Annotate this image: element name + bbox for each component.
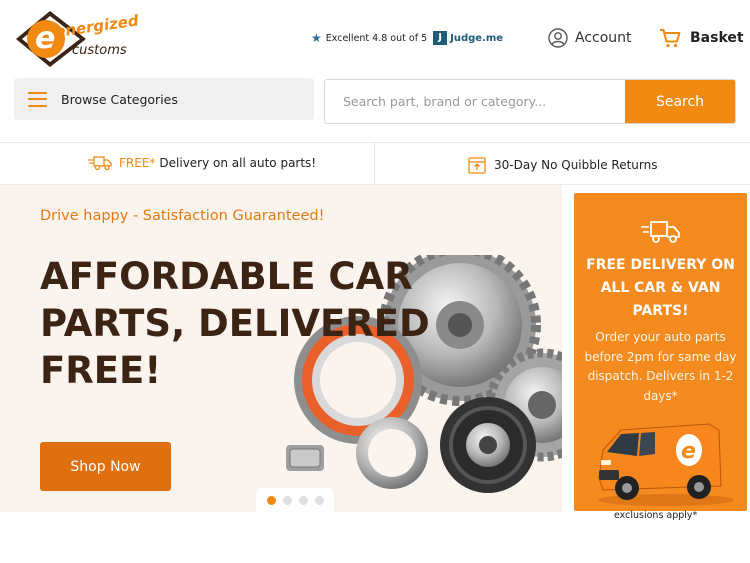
- cart-icon: [660, 29, 681, 48]
- usp-returns: 30-Day No Quibble Returns: [467, 155, 657, 175]
- search-button[interactable]: Search: [625, 80, 735, 123]
- menu-icon: [28, 91, 47, 107]
- svg-text:customs: customs: [72, 43, 127, 58]
- promo-title: FREE DELIVERY ON ALL CAR & VAN PARTS!: [586, 257, 735, 319]
- rating-provider: Judge.me: [450, 32, 504, 44]
- usp-free-label: FREE*: [119, 156, 156, 170]
- search-bar: Search: [324, 79, 736, 124]
- usp-delivery-text: Delivery on all auto parts!: [159, 156, 317, 170]
- basket-label: Basket: [690, 30, 744, 46]
- truck-icon: [640, 221, 680, 243]
- shop-now-button[interactable]: Shop Now: [40, 442, 171, 491]
- free-delivery-promo[interactable]: FREE DELIVERY ON ALL CAR & VAN PARTS! Or…: [574, 193, 747, 511]
- return-box-icon: [468, 157, 486, 174]
- hero-title: AFFORDABLE CAR PARTS, DELIVERED FREE!: [40, 253, 470, 394]
- usp-divider: [374, 143, 375, 186]
- hero-tagline: Drive happy - Satisfaction Guaranteed!: [40, 208, 325, 224]
- hero-title-line: PARTS, DELIVERED: [40, 302, 430, 345]
- carousel-dot[interactable]: [282, 495, 292, 505]
- page: e energized customs ★ Excellent 4.8 out …: [0, 0, 750, 563]
- carousel-dot[interactable]: [298, 495, 308, 505]
- star-icon: ★: [311, 31, 322, 45]
- promo-footnote: exclusions apply*: [614, 510, 698, 521]
- usp-bar: FREE* Delivery on all auto parts! 30-Day…: [0, 142, 750, 186]
- judgeme-logo-icon: J: [433, 31, 448, 45]
- search-input[interactable]: [325, 80, 625, 123]
- browse-categories-label: Browse Categories: [61, 91, 178, 107]
- user-circle-icon: [548, 28, 568, 48]
- hero-title-line: AFFORDABLE CAR: [40, 255, 413, 298]
- account-label: Account: [575, 30, 632, 46]
- usp-delivery: FREE* Delivery on all auto parts!: [88, 155, 316, 171]
- carousel-dot[interactable]: [266, 495, 276, 505]
- account-link[interactable]: Account: [548, 28, 632, 48]
- delivery-van-image: e: [598, 423, 734, 506]
- promo-text: Order your auto parts before 2pm for sam…: [584, 330, 737, 403]
- svg-text:e: e: [681, 439, 696, 464]
- carousel-dot[interactable]: [314, 495, 324, 505]
- carousel-dots: [256, 488, 334, 512]
- truck-icon: [88, 156, 112, 171]
- svg-text:energized: energized: [54, 11, 140, 41]
- hero-banner: Drive happy - Satisfaction Guaranteed! A…: [0, 185, 562, 512]
- rating-text: Excellent 4.8 out of 5: [325, 32, 428, 44]
- usp-returns-text: 30-Day No Quibble Returns: [494, 158, 658, 172]
- browse-categories-button[interactable]: Browse Categories: [14, 78, 314, 120]
- review-rating[interactable]: ★ Excellent 4.8 out of 5 J Judge.me: [311, 31, 503, 45]
- svg-text:e: e: [35, 21, 55, 56]
- hero-title-line: FREE!: [40, 349, 162, 392]
- basket-link[interactable]: Basket: [659, 28, 744, 48]
- site-logo[interactable]: e energized customs: [12, 8, 162, 70]
